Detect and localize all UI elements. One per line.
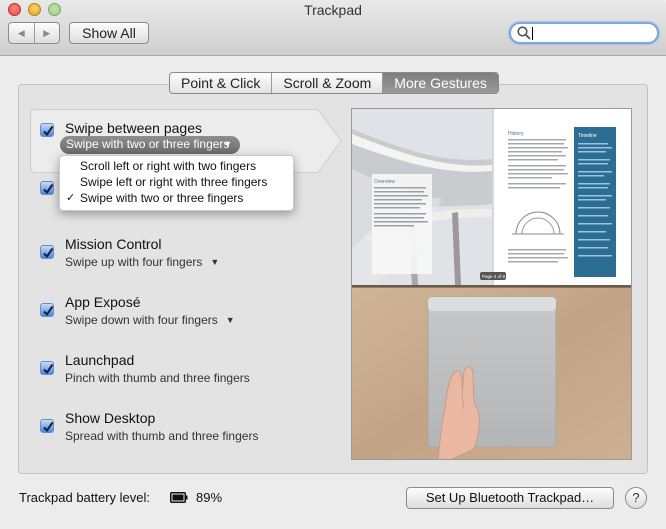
book-left-heading: Overview [374,179,395,185]
battery-icon [170,492,188,503]
chevron-down-icon: ▼ [225,315,235,325]
chevron-right-icon: ▶ [43,27,51,38]
gesture-title: Show Desktop [65,410,156,426]
swipe-pages-dropdown-menu: Scroll left or right with two fingers Sw… [59,155,294,211]
gesture-mission-control: Mission Control Swipe up with four finge… [30,236,330,276]
mission-control-checkbox[interactable] [40,245,54,259]
tab-point-and-click[interactable]: Point & Click [170,73,271,93]
battery-level-value: 89% [196,490,223,505]
set-up-bluetooth-trackpad-button[interactable]: Set Up Bluetooth Trackpad… [406,487,614,509]
tab-scroll-and-zoom[interactable]: Scroll & Zoom [271,73,382,93]
menu-item-scroll-two-fingers[interactable]: Scroll left or right with two fingers [60,158,293,174]
book-sidebar-heading: Timeline [578,133,597,139]
popup-selected-value: Swipe with two or three fingers [66,137,230,151]
chevron-down-icon: ▼ [210,257,220,267]
checkmark-icon [43,125,54,137]
gesture-title: Mission Control [65,236,162,252]
search-field[interactable] [509,22,659,44]
gesture-title: Launchpad [65,352,135,368]
gesture-title: Swipe between pages [65,120,202,136]
page-indicator: Page 4 of 8 [482,274,506,279]
gesture-option: Spread with thumb and three fingers [65,429,259,443]
gesture-show-desktop: Show Desktop Spread with thumb and three… [30,410,330,450]
gesture-launchpad: Launchpad Pinch with thumb and three fin… [30,352,330,392]
show-all-button[interactable]: Show All [69,22,149,44]
menu-item-swipe-three-fingers[interactable]: Swipe left or right with three fingers [60,174,293,190]
chevron-down-icon: ▼ [223,139,232,149]
magnifier-icon [517,26,531,40]
checkmark-icon [43,247,54,259]
launchpad-checkbox[interactable] [40,361,54,375]
gesture-option[interactable]: Swipe up with four fingers ▼ [65,255,219,269]
menu-item-swipe-two-or-three[interactable]: ✓ Swipe with two or three fingers [60,190,293,206]
gesture-title: App Exposé [65,294,141,310]
checkmark-icon [43,305,54,317]
checkmark-icon [43,421,54,433]
title-bar: Trackpad ◀ ▶ Show All [0,0,666,56]
chevron-left-icon: ◀ [17,27,25,38]
text-cursor [532,27,533,40]
gesture-option[interactable]: Swipe down with four fingers ▼ [65,313,235,327]
help-button[interactable]: ? [625,487,647,509]
preview-illustration: Overview History Timeline Page 4 of 8 [352,109,631,459]
gesture-preview-video: Overview History Timeline Page 4 of 8 [351,108,632,460]
gesture-app-expose: App Exposé Swipe down with four fingers ▼ [30,294,330,334]
hidden-gesture-checkbox[interactable] [40,181,54,195]
forward-button[interactable]: ▶ [33,23,60,43]
tab-more-gestures[interactable]: More Gestures [382,73,498,93]
swipe-between-pages-checkbox[interactable] [40,123,54,137]
book-right-heading: History [508,131,524,137]
window-title: Trackpad [304,2,362,18]
tab-bar: Point & Click Scroll & Zoom More Gesture… [169,72,499,94]
checkmark-icon [43,183,54,195]
gesture-option: Pinch with thumb and three fingers [65,371,250,385]
checkmark-icon: ✓ [66,192,76,204]
back-button[interactable]: ◀ [9,23,34,43]
app-expose-checkbox[interactable] [40,303,54,317]
battery-level-label: Trackpad battery level: [19,490,151,505]
checkmark-icon [43,363,54,375]
back-forward-control: ◀ ▶ [8,22,60,44]
show-desktop-checkbox[interactable] [40,419,54,433]
swipe-pages-popup-button[interactable]: Swipe with two or three fingers ▼ [60,136,240,154]
